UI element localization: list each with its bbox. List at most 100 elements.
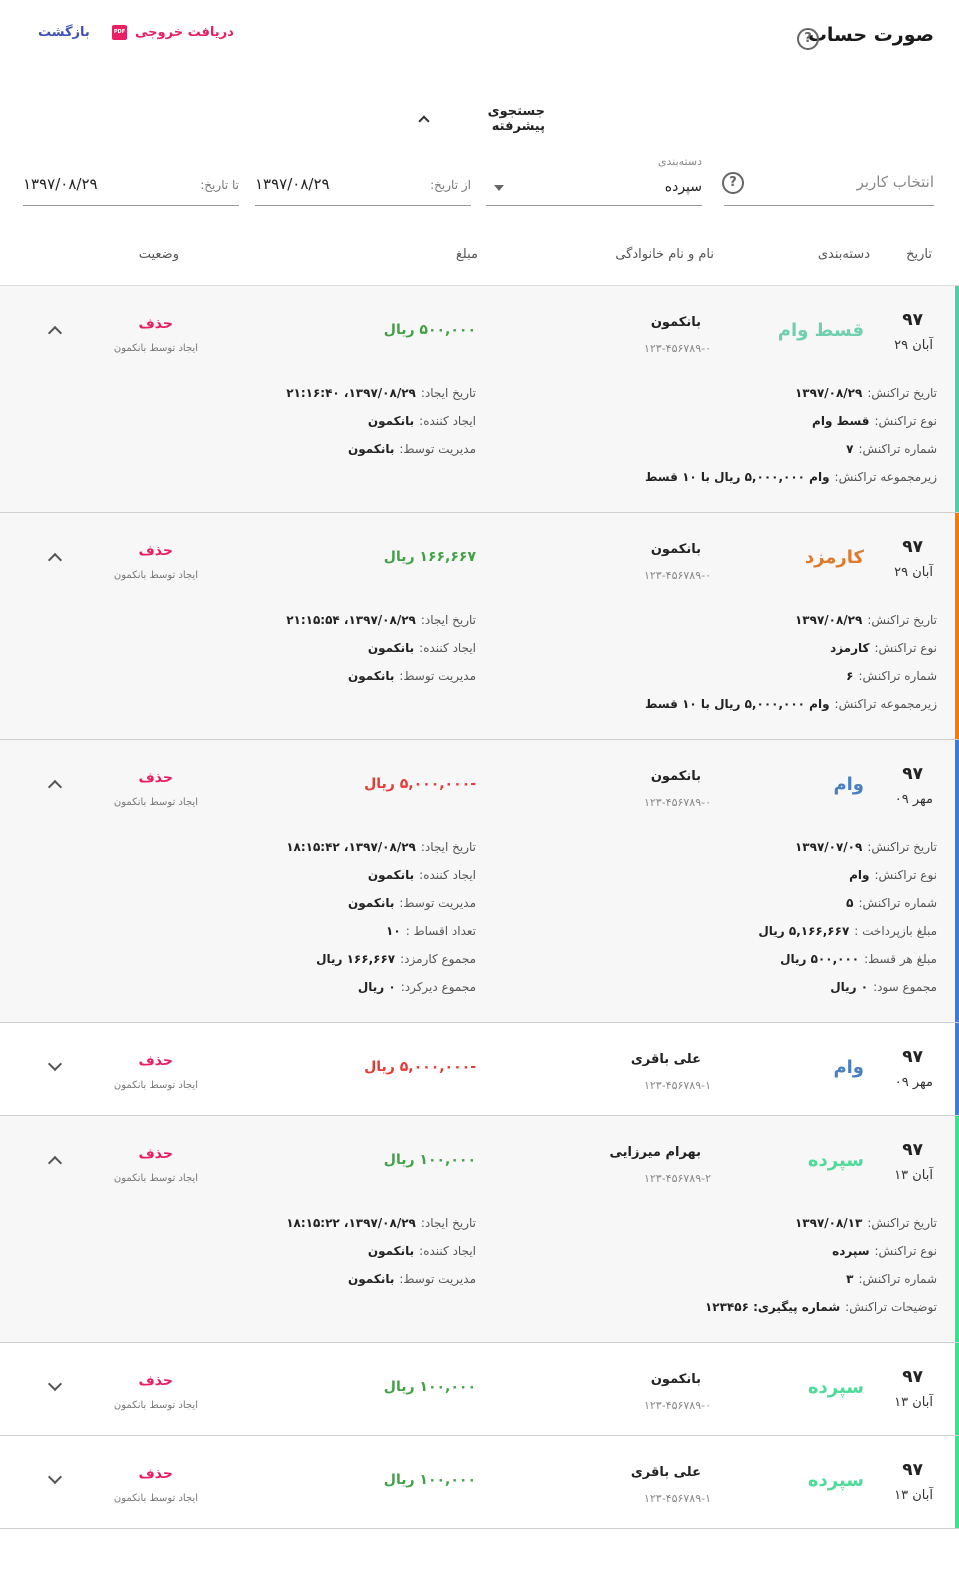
- row-summary[interactable]: ۹۷ آبان ۲۹ قسط وام بانکمون ۱۲۳-۴۵۶۷۸۹-۰ ۵۰۰,۰…: [0, 286, 959, 378]
- row-category: سپرده: [807, 1377, 864, 1398]
- chevron-up-icon[interactable]: [47, 325, 63, 341]
- detail-key: تاریخ تراکنش:: [867, 1216, 937, 1230]
- row-name: بانکمون: [650, 542, 701, 557]
- category-value: سپرده: [664, 179, 702, 195]
- row-amount: ۱۰۰,۰۰۰ ریال: [383, 1379, 476, 1395]
- delete-button[interactable]: حذف: [139, 1146, 173, 1162]
- to-date-label: تا تاریخ:: [200, 178, 239, 192]
- row-creator: ایجاد توسط بانکمون: [113, 1173, 198, 1184]
- export-button[interactable]: PDF دریافت خروجی: [112, 25, 234, 40]
- detail-item: مبلغ هر قسط: ۵۰۰,۰۰۰ ریال: [637, 952, 937, 980]
- row-day: آبان ۲۹: [894, 565, 933, 580]
- detail-key: نوع تراکنش:: [874, 868, 937, 882]
- table-row[interactable]: ۹۷ آبان ۱۳ سپرده علی باقری ۱۲۳-۴۵۶۷۸۹-۱ ۱۰۰,۰…: [0, 1436, 959, 1529]
- detail-item: مجموع کارمزد: ۱۶۶,۶۶۷ ریال: [246, 952, 476, 980]
- detail-value: قسط وام: [812, 414, 870, 428]
- row-details: تاریخ تراکنش: ۱۳۹۷/۰۸/۲۹ نوع تراکنش: کارمزد…: [0, 605, 959, 739]
- detail-value: ۱۳۹۷/۰۸/۲۹: [794, 613, 863, 627]
- detail-item: توضیحات تراکنش: شماره پیگیری: ۱۲۳۴۵۶: [637, 1300, 937, 1328]
- row-category: قسط وام: [777, 320, 864, 341]
- detail-value: ۱۳۹۷/۰۸/۲۹، ۲۱:۱۵:۵۴: [286, 613, 416, 627]
- column-category: دسته‌بندی: [817, 247, 870, 262]
- detail-item: ایجاد کننده: بانکمون: [246, 641, 476, 669]
- delete-button[interactable]: حذف: [139, 1466, 173, 1482]
- back-button[interactable]: بازگشت: [38, 25, 90, 40]
- detail-item: نوع تراکنش: سپرده: [637, 1244, 937, 1272]
- table-row[interactable]: ۹۷ آبان ۱۳ سپرده بهرام میرزایی ۱۲۳-۴۵۶۷۸۹-۲ ۱…: [0, 1116, 959, 1343]
- delete-button[interactable]: حذف: [139, 770, 173, 786]
- detail-value: ۱۳۹۷/۰۷/۰۹: [794, 840, 863, 854]
- detail-item: تاریخ ایجاد: ۱۳۹۷/۰۸/۲۹، ۲۱:۱۵:۵۴: [246, 613, 476, 641]
- page-header: صورت حساب ? PDF دریافت خروجی بازگشت: [0, 0, 959, 80]
- from-date-field[interactable]: از تاریخ: ۱۳۹۷/۰۸/۲۹: [255, 150, 471, 206]
- detail-item: زیرمجموعه تراکنش: وام ۵,۰۰۰,۰۰۰ ریال با ۱…: [637, 470, 937, 498]
- row-amount: ۱۰۰,۰۰۰ ریال: [383, 1152, 476, 1168]
- help-icon[interactable]: ?: [722, 172, 744, 194]
- table-row[interactable]: ۹۷ آبان ۲۹ قسط وام بانکمون ۱۲۳-۴۵۶۷۸۹-۰ ۵۰۰,۰…: [0, 286, 959, 513]
- detail-key: مجموع دیرکرد:: [400, 980, 476, 994]
- row-account-number: ۱۲۳-۴۵۶۷۸۹-۰: [643, 796, 711, 809]
- detail-value: وام ۵,۰۰۰,۰۰۰ ریال با ۱۰ قسط: [644, 697, 830, 711]
- row-amount: -۵,۰۰۰,۰۰۰ ریال: [364, 776, 476, 792]
- detail-key: تاریخ تراکنش:: [867, 613, 937, 627]
- details-column: تاریخ ایجاد: ۱۳۹۷/۰۸/۲۹، ۲۱:۱۵:۵۴ ایجاد کن…: [246, 613, 476, 697]
- detail-item: مجموع سود: ۰ ریال: [637, 980, 937, 1008]
- user-select-field[interactable]: انتخاب کاربر ?: [722, 150, 934, 206]
- delete-button[interactable]: حذف: [139, 1053, 173, 1069]
- detail-value: ۱۳۹۷/۰۸/۲۹: [794, 386, 863, 400]
- row-category: سپرده: [807, 1150, 864, 1171]
- detail-value: ۱۳۹۷/۰۸/۲۹، ۱۸:۱۵:۲۲: [286, 1216, 416, 1230]
- column-date: تاریخ: [906, 247, 932, 262]
- chevron-up-icon[interactable]: [47, 552, 63, 568]
- detail-item: زیرمجموعه تراکنش: وام ۵,۰۰۰,۰۰۰ ریال با ۱…: [637, 697, 937, 725]
- detail-item: مبلغ بازپرداخت : ۵,۱۶۶,۶۶۷ ریال: [637, 924, 937, 952]
- detail-item: مدیریت توسط: بانکمون: [246, 669, 476, 697]
- detail-item: نوع تراکنش: وام: [637, 868, 937, 896]
- chevron-up-icon: [418, 115, 430, 127]
- detail-value: بانکمون: [348, 669, 395, 683]
- details-column: تاریخ تراکنش: ۱۳۹۷/۰۸/۱۳ نوع تراکنش: سپرده ش…: [637, 1216, 937, 1328]
- row-summary[interactable]: ۹۷ آبان ۲۹ کارمزد بانکمون ۱۲۳-۴۵۶۷۸۹-۰ ۱۶۶,۶۶…: [0, 513, 959, 605]
- table-row[interactable]: ۹۷ آبان ۲۹ کارمزد بانکمون ۱۲۳-۴۵۶۷۸۹-۰ ۱۶۶,۶۶…: [0, 513, 959, 740]
- detail-item: تاریخ تراکنش: ۱۳۹۷/۰۷/۰۹: [637, 840, 937, 868]
- table-row[interactable]: ۹۷ آبان ۱۳ سپرده بانکمون ۱۲۳-۴۵۶۷۸۹-۰ ۱۰۰,۰۰۰…: [0, 1343, 959, 1436]
- row-day: مهر ۰۹: [894, 792, 933, 807]
- chevron-down-icon[interactable]: [47, 1469, 63, 1485]
- table-row[interactable]: ۹۷ مهر ۰۹ وام بانکمون ۱۲۳-۴۵۶۷۸۹-۰ -۵,۰۰۰,۰۰۰…: [0, 740, 959, 1023]
- chevron-down-icon[interactable]: [47, 1376, 63, 1392]
- row-category: کارمزد: [804, 547, 864, 568]
- row-account-number: ۱۲۳-۴۵۶۷۸۹-۰: [643, 569, 711, 582]
- detail-item: مدیریت توسط: بانکمون: [246, 442, 476, 470]
- category-select[interactable]: دسته‌بندی سپرده: [486, 150, 702, 206]
- detail-item: تاریخ ایجاد: ۱۳۹۷/۰۸/۲۹، ۱۸:۱۵:۴۲: [246, 840, 476, 868]
- chevron-up-icon[interactable]: [47, 1155, 63, 1171]
- detail-item: شماره تراکنش: ۵: [637, 896, 937, 924]
- delete-button[interactable]: حذف: [139, 1373, 173, 1389]
- row-summary[interactable]: ۹۷ مهر ۰۹ وام علی باقری ۱۲۳-۴۵۶۷۸۹-۱ -۵,۰۰۰,۰…: [0, 1023, 959, 1115]
- delete-button[interactable]: حذف: [139, 316, 173, 332]
- delete-button[interactable]: حذف: [139, 543, 173, 559]
- column-name: نام و نام خانوادگی: [615, 247, 714, 262]
- pdf-icon: PDF: [112, 25, 127, 40]
- table-row[interactable]: ۹۷ مهر ۰۹ وام علی باقری ۱۲۳-۴۵۶۷۸۹-۱ -۵,۰۰۰,۰…: [0, 1023, 959, 1116]
- detail-item: ایجاد کننده: بانکمون: [246, 868, 476, 896]
- row-summary[interactable]: ۹۷ آبان ۱۳ سپرده بهرام میرزایی ۱۲۳-۴۵۶۷۸۹-۲ ۱…: [0, 1116, 959, 1208]
- advanced-search-toggle[interactable]: جستجوی پیشرفته: [418, 104, 545, 134]
- chevron-down-icon[interactable]: [47, 1056, 63, 1072]
- row-summary[interactable]: ۹۷ مهر ۰۹ وام بانکمون ۱۲۳-۴۵۶۷۸۹-۰ -۵,۰۰۰,۰۰۰…: [0, 740, 959, 832]
- row-summary[interactable]: ۹۷ آبان ۱۳ سپرده بانکمون ۱۲۳-۴۵۶۷۸۹-۰ ۱۰۰,۰۰۰…: [0, 1343, 959, 1435]
- help-icon[interactable]: ?: [797, 28, 819, 50]
- from-date-label: از تاریخ:: [430, 178, 471, 192]
- row-creator: ایجاد توسط بانکمون: [113, 1400, 198, 1411]
- user-select-placeholder: انتخاب کاربر: [856, 173, 934, 191]
- detail-value: ۱۳۹۷/۰۸/۲۹، ۱۸:۱۵:۴۲: [286, 840, 416, 854]
- to-date-field[interactable]: تا تاریخ: ۱۳۹۷/۰۸/۲۹: [23, 150, 239, 206]
- row-summary[interactable]: ۹۷ آبان ۱۳ سپرده علی باقری ۱۲۳-۴۵۶۷۸۹-۱ ۱۰۰,۰…: [0, 1436, 959, 1528]
- detail-item: مجموع دیرکرد: ۰ ریال: [246, 980, 476, 1008]
- chevron-up-icon[interactable]: [47, 779, 63, 795]
- row-year: ۹۷: [902, 537, 923, 557]
- row-name: بانکمون: [650, 769, 701, 784]
- detail-value: ۰ ریال: [357, 980, 396, 994]
- detail-key: ایجاد کننده:: [419, 1244, 476, 1258]
- detail-item: تعداد اقساط : ۱۰: [246, 924, 476, 952]
